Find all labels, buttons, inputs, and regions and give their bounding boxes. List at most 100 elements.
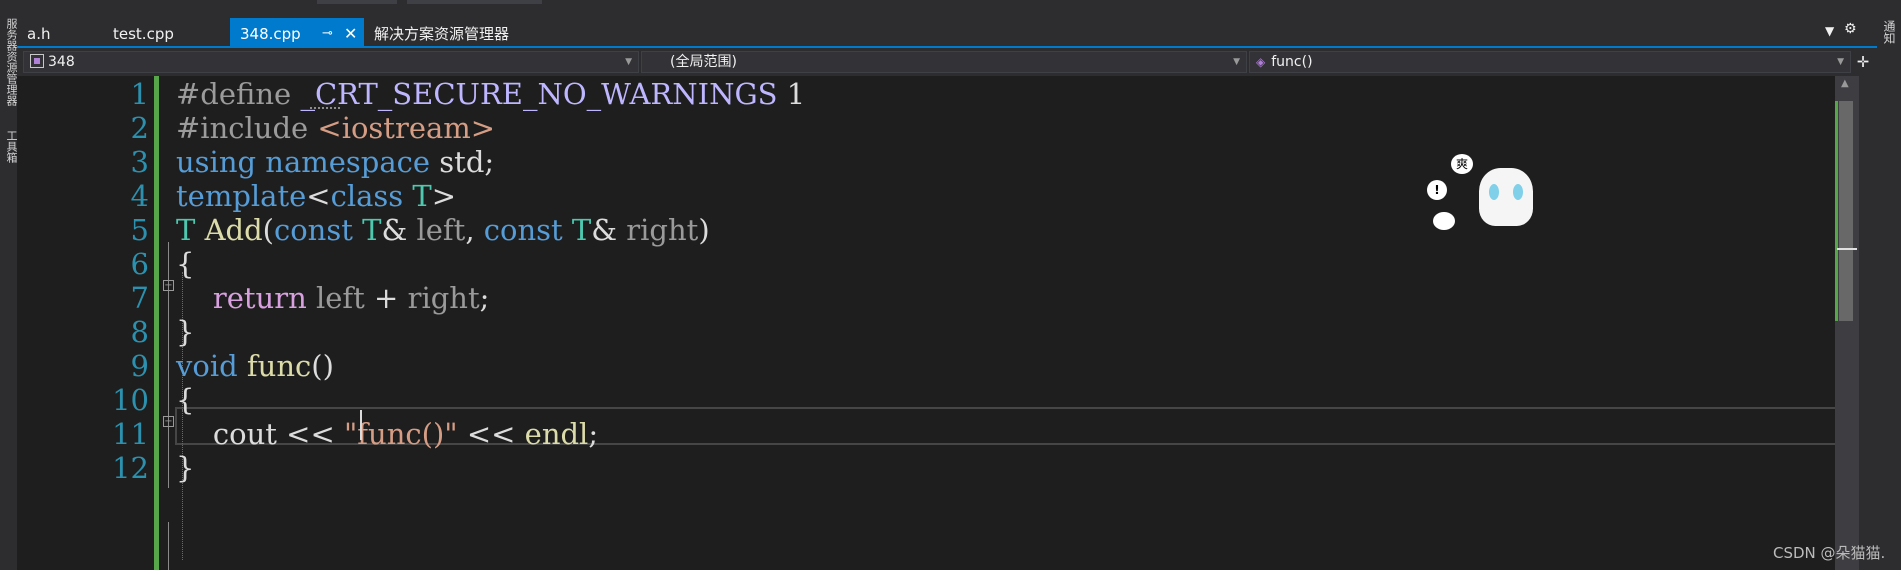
code-token: }	[176, 451, 195, 485]
code-token: template	[176, 179, 307, 213]
watermark: CSDN @朵猫猫.	[1773, 544, 1886, 562]
code-token: namespace	[265, 145, 440, 179]
navigation-bar: 348 ▼ (全局范围) ▼ ◈ func() ▼ ✛	[17, 48, 1877, 76]
code-token: T	[176, 213, 205, 247]
code-token: #define	[176, 77, 301, 111]
code-token: >	[431, 179, 457, 213]
code-token: 1	[777, 77, 806, 111]
code-line: #define _CRT_SECURE_NO_WARNINGS 1	[176, 77, 805, 111]
code-token: std;	[439, 145, 495, 179]
outline-guide	[168, 242, 169, 488]
tab-a-h[interactable]: a.h	[17, 18, 103, 46]
code-token: #include	[176, 111, 318, 145]
member-name: func()	[1271, 54, 1313, 70]
project-icon	[30, 54, 44, 68]
tab-label: 解决方案资源管理器	[374, 25, 510, 43]
code-line: }	[176, 451, 194, 485]
code-line: {	[176, 383, 194, 417]
code-token: &	[381, 213, 417, 247]
project-name: 348	[48, 54, 75, 70]
chevron-down-icon: ▼	[1233, 57, 1240, 67]
tab-solution-explorer[interactable]: 解决方案资源管理器	[364, 18, 544, 46]
code-token: {	[176, 383, 195, 417]
pin-icon[interactable]: ⊸	[322, 18, 333, 50]
scope-dropdown[interactable]: (全局范围) ▼	[641, 51, 1247, 73]
code-token: ;	[479, 281, 490, 315]
code-line: void func()	[176, 349, 334, 383]
chevron-down-icon: ▼	[1837, 57, 1844, 67]
scroll-up-arrow-icon[interactable]: ▲	[1841, 78, 1849, 89]
code-token: const	[273, 213, 363, 247]
toolbar-segment	[317, 0, 397, 4]
code-token: return	[212, 281, 316, 315]
line-number: 12	[112, 451, 149, 485]
code-token: <	[306, 179, 331, 213]
chevron-down-icon: ▼	[625, 57, 632, 67]
line-number: 6	[130, 247, 149, 281]
sticker-speech-bubble: 爽	[1451, 154, 1473, 174]
tab-label: a.h	[27, 25, 51, 43]
outline-guide	[168, 522, 169, 570]
code-editor[interactable]: 1 2 3 4 5 6 7 8 9 10 11 12 − − #define _CRT_SECURE_…	[17, 76, 1852, 570]
code-token: ()	[311, 349, 334, 383]
tab-label: test.cpp	[113, 25, 174, 43]
server-explorer-tab[interactable]: 服务器资源管理器	[0, 18, 18, 106]
toolbox-tab[interactable]: 工具箱	[0, 130, 18, 163]
line-number: 5	[130, 213, 149, 247]
code-token: +	[364, 281, 408, 315]
sticker-face	[1479, 168, 1533, 226]
line-number: 10	[112, 383, 149, 417]
code-token: T	[412, 179, 432, 213]
code-token: class	[330, 179, 413, 213]
notifications-tab[interactable]: 通知	[1881, 20, 1898, 44]
split-window-icon[interactable]: ✛	[1853, 51, 1873, 73]
scope-name: (全局范围)	[670, 54, 737, 70]
code-token: using	[176, 145, 266, 179]
code-token: right	[407, 281, 480, 315]
sticker-text: 爽	[1455, 157, 1468, 171]
tab-overflow-dropdown-icon[interactable]: ▼	[1825, 24, 1834, 38]
selection-margin	[17, 76, 45, 570]
scrollbar-thumb[interactable]	[1839, 101, 1853, 321]
collapse-toggle-icon[interactable]: −	[163, 280, 174, 291]
close-icon[interactable]: ✕	[344, 18, 357, 50]
line-number: 3	[130, 145, 149, 179]
code-line: #include <iostream>	[176, 111, 495, 145]
function-cube-icon: ◈	[1256, 55, 1266, 69]
code-token: ;	[588, 417, 599, 451]
code-token: func	[246, 349, 312, 383]
tab-label: 348.cpp	[240, 25, 301, 43]
document-tab-bar: a.h test.cpp 348.cpp ⊸ ✕ 解决方案资源管理器 ▼ ⚙	[17, 18, 1877, 48]
line-number: 8	[130, 315, 149, 349]
emoji-sticker: 爽 !	[1427, 154, 1537, 244]
line-number: 2	[130, 111, 149, 145]
project-dropdown[interactable]: 348 ▼	[23, 51, 639, 73]
vertical-scrollbar[interactable]: ▲	[1835, 76, 1859, 570]
code-token: <<	[457, 417, 525, 451]
top-toolbar-strip	[17, 0, 1877, 18]
collapse-toggle-icon[interactable]: −	[163, 416, 174, 427]
code-token: (	[262, 213, 274, 247]
code-token: _CRT_SECURE_NO_WARNINGS	[300, 77, 778, 111]
sticker-bubble	[1433, 212, 1455, 230]
code-token: cout	[212, 417, 277, 451]
code-token: )	[698, 213, 710, 247]
tab-test-cpp[interactable]: test.cpp	[103, 18, 223, 46]
code-token: left	[316, 281, 365, 315]
sticker-tear	[1489, 184, 1499, 200]
code-token: {	[176, 247, 195, 281]
code-token: T	[362, 213, 382, 247]
member-dropdown[interactable]: ◈ func() ▼	[1249, 51, 1851, 73]
code-token: endl	[524, 417, 589, 451]
scrollbar-caret-marker	[1837, 248, 1857, 250]
left-tool-rail: 服务器资源管理器 工具箱	[0, 0, 18, 570]
code-token: void	[176, 349, 247, 383]
gear-icon[interactable]: ⚙	[1844, 21, 1857, 37]
code-token: &	[591, 213, 627, 247]
right-tool-rail: 通知	[1877, 0, 1901, 570]
tab-348-cpp[interactable]: 348.cpp ⊸ ✕	[230, 18, 364, 46]
line-number: 1	[130, 77, 149, 111]
code-line: {	[176, 247, 194, 281]
scrollbar-change-marker	[1835, 101, 1838, 321]
